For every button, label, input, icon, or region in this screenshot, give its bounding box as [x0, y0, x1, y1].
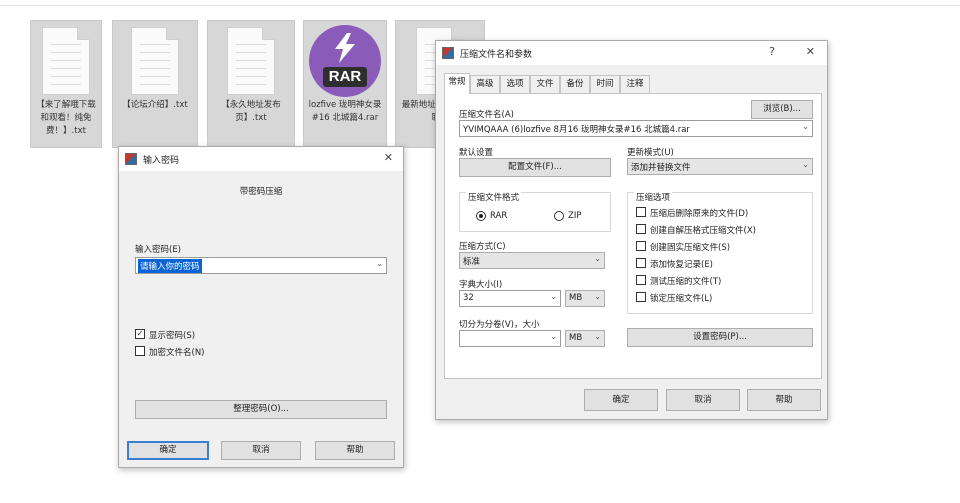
format-zip-label: ZIP [568, 211, 582, 221]
option-label: 锁定压缩文件(L) [650, 294, 713, 304]
set-password-button[interactable]: 设置密码(P)... [627, 328, 813, 347]
ok-button[interactable]: 确定 [127, 441, 209, 460]
top-divider [0, 0, 960, 6]
archive-format-group: 压缩文件格式 RAR ZIP [459, 191, 611, 232]
help-icon[interactable]: ? [769, 45, 775, 58]
close-icon[interactable]: ✕ [806, 45, 815, 58]
password-input[interactable]: 请输入你的密码 ⌄ [135, 257, 387, 274]
ok-button[interactable]: 确定 [584, 389, 658, 411]
option-sfx-checkbox[interactable] [636, 224, 646, 234]
archive-parameters-dialog: 压缩文件名和参数 ? ✕ 常规 高级 选项 文件 备份 时间 注释 压缩文件名(… [435, 40, 828, 420]
option-solid-checkbox[interactable] [636, 241, 646, 251]
dialog-title: 压缩文件名和参数 [460, 50, 533, 60]
update-mode-select[interactable]: 添加并替换文件 ⌄ [627, 158, 813, 175]
option-label: 测试压缩的文件(T) [650, 277, 722, 287]
chevron-down-icon: ⌄ [802, 160, 809, 169]
winrar-icon [442, 47, 454, 59]
help-button[interactable]: 帮助 [747, 389, 821, 411]
method-select[interactable]: 标准 ⌄ [459, 252, 605, 269]
encrypt-filenames-label: 加密文件名(N) [149, 348, 205, 358]
enter-password-dialog: 输入密码 ✕ 带密码压缩 输入密码(E) 请输入你的密码 ⌄ ✓ 显示密码(S)… [118, 146, 404, 468]
tab-options[interactable]: 选项 [500, 75, 530, 93]
text-file-icon [227, 27, 275, 95]
archive-options-label: 压缩选项 [634, 191, 673, 203]
option-label: 创建固实压缩文件(S) [650, 243, 731, 253]
file-name: lozfive 珑明神女录#16 北城篇4.rar [308, 100, 382, 123]
organize-passwords-button[interactable]: 整理密码(O)... [135, 400, 387, 419]
archive-options-group: 压缩选项 压缩后删除原来的文件(D) 创建自解压格式压缩文件(X) 创建固实压缩… [627, 191, 813, 314]
archive-name-input[interactable]: YVIMQAAA (6)lozfive 8月16 珑明神女录#16 北城篇4.r… [459, 120, 813, 137]
option-lock-checkbox[interactable] [636, 292, 646, 302]
browse-button[interactable]: 浏览(B)... [751, 100, 813, 119]
general-tab-panel: 压缩文件名(A) 浏览(B)... YVIMQAAA (6)lozfive 8月… [444, 93, 822, 379]
option-label: 添加恢复记录(E) [650, 260, 714, 270]
tab-backup[interactable]: 备份 [560, 75, 590, 93]
split-unit-select[interactable]: MB ⌄ [565, 330, 605, 347]
archive-name-label: 压缩文件名(A) [459, 110, 514, 120]
file-address-txt[interactable]: 【永久地址发布页】.txt [207, 20, 295, 148]
dictionary-size-label: 字典大小(I) [459, 280, 503, 290]
format-rar-radio[interactable] [476, 211, 486, 221]
rar-archive-icon: RAR [309, 25, 381, 97]
profile-label: 默认设置 [459, 148, 494, 158]
lightning-icon [335, 33, 355, 63]
file-name: 【来了解哦下载和观看！纯免费！】.txt [36, 100, 96, 136]
dictionary-unit-select[interactable]: MB ⌄ [565, 290, 605, 307]
chevron-down-icon: ⌄ [376, 259, 383, 268]
chevron-down-icon: ⌄ [550, 292, 557, 301]
show-password-checkbox[interactable]: ✓ [135, 329, 145, 339]
tab-general[interactable]: 常规 [444, 73, 470, 94]
chevron-down-icon: ⌄ [594, 292, 601, 301]
format-zip-radio[interactable] [554, 211, 564, 221]
dialog-title: 输入密码 [143, 156, 180, 166]
close-icon[interactable]: ✕ [384, 151, 393, 164]
option-label: 创建自解压格式压缩文件(X) [650, 226, 756, 236]
profiles-button[interactable]: 配置文件(F)... [459, 158, 611, 177]
format-rar-label: RAR [490, 211, 508, 221]
split-volumes-label: 切分为分卷(V)，大小 [459, 320, 540, 330]
option-test-checkbox[interactable] [636, 275, 646, 285]
tab-advanced[interactable]: 高级 [470, 75, 500, 93]
tab-files[interactable]: 文件 [530, 75, 560, 93]
method-label: 压缩方式(C) [459, 242, 506, 252]
rar-label: RAR [323, 67, 367, 87]
file-intro-txt[interactable]: 【来了解哦下载和观看！纯免费！】.txt [30, 20, 102, 148]
winrar-icon [125, 153, 137, 165]
file-name: 【永久地址发布页】.txt [221, 100, 281, 123]
encrypt-filenames-checkbox[interactable] [135, 346, 145, 356]
title-bar: 压缩文件名和参数 ? ✕ [436, 41, 827, 65]
title-bar: 输入密码 ✕ [119, 147, 403, 171]
split-size-input[interactable]: ⌄ [459, 330, 561, 347]
tab-time[interactable]: 时间 [590, 75, 620, 93]
tab-comment[interactable]: 注释 [620, 75, 650, 93]
dialog-subtitle: 带密码压缩 [239, 187, 283, 197]
option-label: 压缩后删除原来的文件(D) [650, 209, 749, 219]
password-label: 输入密码(E) [135, 245, 182, 255]
chevron-down-icon: ⌄ [594, 332, 601, 341]
file-name: 【论坛介绍】.txt [122, 100, 188, 110]
cancel-button[interactable]: 取消 [666, 389, 740, 411]
file-rar-archive[interactable]: RAR lozfive 珑明神女录#16 北城篇4.rar [303, 20, 387, 148]
option-delete-after-checkbox[interactable] [636, 207, 646, 217]
chevron-down-icon: ⌄ [594, 254, 601, 263]
cancel-button[interactable]: 取消 [221, 441, 301, 460]
text-file-icon [42, 27, 90, 95]
show-password-label: 显示密码(S) [149, 331, 196, 341]
chevron-down-icon: ⌄ [550, 332, 557, 341]
update-mode-label: 更新模式(U) [627, 148, 674, 158]
chevron-down-icon: ⌄ [802, 122, 809, 131]
help-button[interactable]: 帮助 [315, 441, 395, 460]
archive-format-label: 压缩文件格式 [466, 191, 522, 203]
file-forum-txt[interactable]: 【论坛介绍】.txt [112, 20, 198, 148]
dictionary-size-select[interactable]: 32 ⌄ [459, 290, 561, 307]
option-recovery-checkbox[interactable] [636, 258, 646, 268]
text-file-icon [131, 27, 179, 95]
